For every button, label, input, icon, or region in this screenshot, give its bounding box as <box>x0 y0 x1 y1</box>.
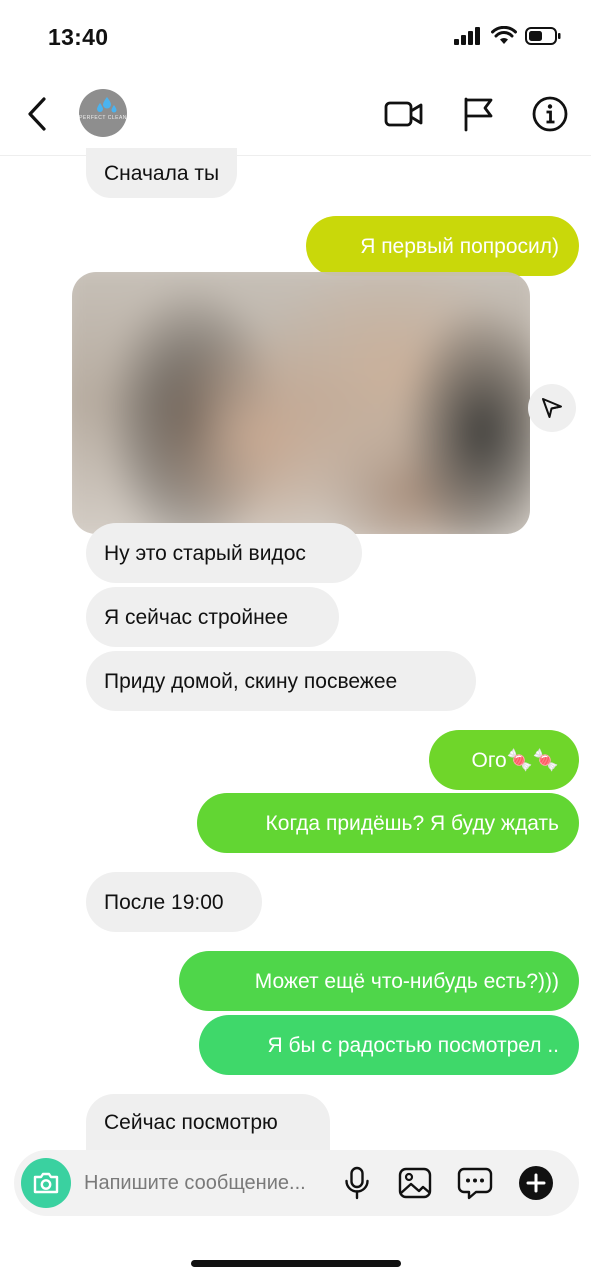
camera-button[interactable] <box>21 1158 71 1208</box>
message-outgoing[interactable]: Ого🍬🍬 <box>429 730 579 790</box>
message-text: Я сейчас стройнее <box>104 605 289 629</box>
message-text: Сначала ты <box>104 161 220 185</box>
sticker-button[interactable] <box>455 1163 495 1203</box>
message-thread: Сначала ты Я первый попросил) Ну это ста… <box>0 0 591 1280</box>
share-button[interactable] <box>528 384 576 432</box>
microphone-icon <box>345 1166 369 1200</box>
message-composer <box>14 1150 579 1216</box>
message-incoming[interactable]: Я сейчас стройнее <box>86 587 339 647</box>
message-input[interactable] <box>84 1158 334 1208</box>
message-incoming[interactable]: После 19:00 <box>86 872 262 932</box>
message-text: Может ещё что-нибудь есть?))) <box>254 969 559 993</box>
message-text: Когда придёшь? Я буду ждать <box>265 811 559 835</box>
sticker-icon <box>457 1167 493 1200</box>
message-incoming[interactable]: Сейчас посмотрю <box>86 1094 330 1150</box>
message-outgoing[interactable]: Может ещё что-нибудь есть?))) <box>179 951 579 1011</box>
message-incoming[interactable]: Сначала ты <box>86 148 238 198</box>
gallery-button[interactable] <box>395 1163 435 1203</box>
message-outgoing[interactable]: Когда придёшь? Я буду ждать <box>197 793 579 853</box>
message-outgoing[interactable]: Я бы с радостью посмотрел .. <box>199 1015 579 1075</box>
message-text: Сейчас посмотрю <box>104 1110 278 1134</box>
home-indicator <box>191 1260 401 1267</box>
message-incoming[interactable]: Ну это старый видос <box>86 523 362 583</box>
send-icon <box>542 398 562 418</box>
camera-icon <box>33 1172 59 1194</box>
message-text: Я бы с радостью посмотрел .. <box>267 1033 559 1057</box>
blurred-video-message[interactable] <box>72 272 530 534</box>
more-options-button[interactable] <box>516 1163 556 1203</box>
voice-message-button[interactable] <box>337 1163 377 1203</box>
plus-icon <box>519 1166 553 1200</box>
message-text: Я первый попросил) <box>360 234 559 258</box>
message-text: Ого🍬🍬 <box>471 748 559 772</box>
message-text: Приду домой, скину посвежее <box>104 669 398 693</box>
message-outgoing[interactable]: Я первый попросил) <box>306 216 579 276</box>
message-text: После 19:00 <box>104 890 224 914</box>
message-text: Ну это старый видос <box>104 541 306 565</box>
message-incoming[interactable]: Приду домой, скину посвежее <box>86 651 476 711</box>
video-thumbnail <box>72 272 530 534</box>
image-icon <box>398 1167 432 1199</box>
